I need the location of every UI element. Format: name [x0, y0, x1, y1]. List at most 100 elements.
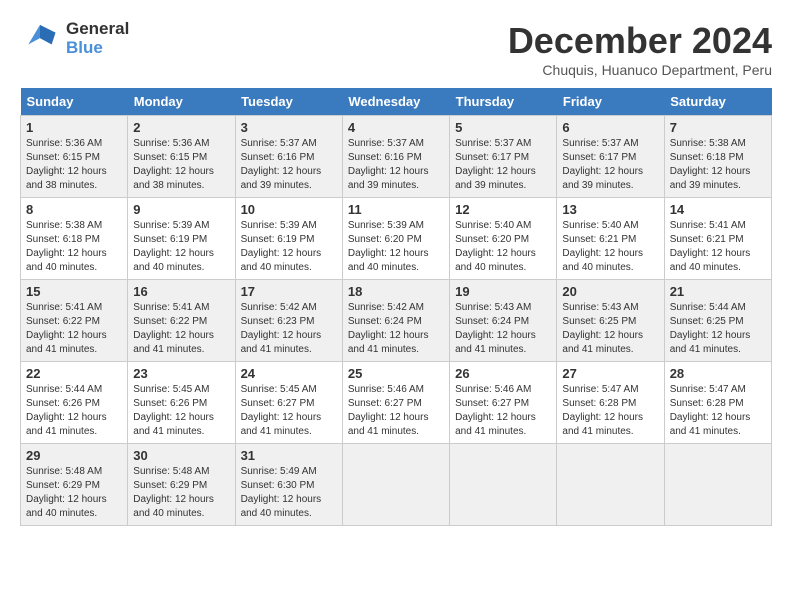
day-info: Sunrise: 5:39 AM Sunset: 6:20 PM Dayligh…	[348, 219, 444, 275]
month-title: December 2024	[508, 20, 772, 62]
calendar-cell: 14 Sunrise: 5:41 AM Sunset: 6:21 PM Dayli…	[664, 198, 771, 280]
calendar-table: SundayMondayTuesdayWednesdayThursdayFrid…	[20, 88, 772, 526]
day-number: 13	[562, 202, 658, 217]
calendar-cell: 25 Sunrise: 5:46 AM Sunset: 6:27 PM Dayli…	[342, 362, 449, 444]
calendar-cell: 6 Sunrise: 5:37 AM Sunset: 6:17 PM Daylig…	[557, 116, 664, 198]
day-info: Sunrise: 5:38 AM Sunset: 6:18 PM Dayligh…	[670, 137, 766, 193]
day-number: 3	[241, 120, 337, 135]
day-number: 29	[26, 448, 122, 463]
calendar-cell: 10 Sunrise: 5:39 AM Sunset: 6:19 PM Dayli…	[235, 198, 342, 280]
day-number: 10	[241, 202, 337, 217]
day-number: 26	[455, 366, 551, 381]
day-info: Sunrise: 5:41 AM Sunset: 6:21 PM Dayligh…	[670, 219, 766, 275]
calendar-cell: 11 Sunrise: 5:39 AM Sunset: 6:20 PM Dayli…	[342, 198, 449, 280]
day-number: 18	[348, 284, 444, 299]
calendar-week-row: 22 Sunrise: 5:44 AM Sunset: 6:26 PM Dayli…	[21, 362, 772, 444]
header-row: SundayMondayTuesdayWednesdayThursdayFrid…	[21, 88, 772, 116]
day-info: Sunrise: 5:41 AM Sunset: 6:22 PM Dayligh…	[26, 301, 122, 357]
calendar-cell: 13 Sunrise: 5:40 AM Sunset: 6:21 PM Dayli…	[557, 198, 664, 280]
day-info: Sunrise: 5:39 AM Sunset: 6:19 PM Dayligh…	[241, 219, 337, 275]
day-info: Sunrise: 5:40 AM Sunset: 6:20 PM Dayligh…	[455, 219, 551, 275]
day-number: 24	[241, 366, 337, 381]
day-info: Sunrise: 5:40 AM Sunset: 6:21 PM Dayligh…	[562, 219, 658, 275]
day-info: Sunrise: 5:36 AM Sunset: 6:15 PM Dayligh…	[133, 137, 229, 193]
calendar-cell: 22 Sunrise: 5:44 AM Sunset: 6:26 PM Dayli…	[21, 362, 128, 444]
calendar-cell: 4Sunrise: 5:37 AM Sunset: 6:16 PM Daylig…	[342, 116, 449, 198]
day-info: Sunrise: 5:47 AM Sunset: 6:28 PM Dayligh…	[670, 383, 766, 439]
calendar-cell	[342, 444, 449, 526]
day-info: Sunrise: 5:39 AM Sunset: 6:19 PM Dayligh…	[133, 219, 229, 275]
calendar-cell	[557, 444, 664, 526]
day-number: 12	[455, 202, 551, 217]
title-block: December 2024 Chuquis, Huanuco Departmen…	[508, 20, 772, 78]
day-number: 28	[670, 366, 766, 381]
calendar-week-row: 8Sunrise: 5:38 AM Sunset: 6:18 PM Daylig…	[21, 198, 772, 280]
header-day: Friday	[557, 88, 664, 116]
day-info: Sunrise: 5:46 AM Sunset: 6:27 PM Dayligh…	[348, 383, 444, 439]
day-number: 2	[133, 120, 229, 135]
day-number: 14	[670, 202, 766, 217]
location-text: Chuquis, Huanuco Department, Peru	[508, 62, 772, 78]
day-info: Sunrise: 5:47 AM Sunset: 6:28 PM Dayligh…	[562, 383, 658, 439]
day-number: 22	[26, 366, 122, 381]
logo: General Blue	[20, 20, 129, 57]
day-number: 16	[133, 284, 229, 299]
calendar-cell: 28 Sunrise: 5:47 AM Sunset: 6:28 PM Dayli…	[664, 362, 771, 444]
calendar-cell: 2 Sunrise: 5:36 AM Sunset: 6:15 PM Daylig…	[128, 116, 235, 198]
calendar-cell: 19 Sunrise: 5:43 AM Sunset: 6:24 PM Dayli…	[450, 280, 557, 362]
day-info: Sunrise: 5:42 AM Sunset: 6:23 PM Dayligh…	[241, 301, 337, 357]
calendar-cell: 21 Sunrise: 5:44 AM Sunset: 6:25 PM Dayli…	[664, 280, 771, 362]
day-info: Sunrise: 5:37 AM Sunset: 6:16 PM Dayligh…	[348, 137, 444, 193]
day-number: 21	[670, 284, 766, 299]
calendar-cell: 20 Sunrise: 5:43 AM Sunset: 6:25 PM Dayli…	[557, 280, 664, 362]
day-info: Sunrise: 5:46 AM Sunset: 6:27 PM Dayligh…	[455, 383, 551, 439]
calendar-cell: 29 Sunrise: 5:48 AM Sunset: 6:29 PM Dayli…	[21, 444, 128, 526]
day-info: Sunrise: 5:36 AM Sunset: 6:15 PM Dayligh…	[26, 137, 122, 193]
day-number: 11	[348, 202, 444, 217]
day-info: Sunrise: 5:48 AM Sunset: 6:29 PM Dayligh…	[26, 465, 122, 521]
calendar-week-row: 1 Sunrise: 5:36 AM Sunset: 6:15 PM Daylig…	[21, 116, 772, 198]
day-info: Sunrise: 5:44 AM Sunset: 6:26 PM Dayligh…	[26, 383, 122, 439]
day-info: Sunrise: 5:37 AM Sunset: 6:17 PM Dayligh…	[562, 137, 658, 193]
day-info: Sunrise: 5:45 AM Sunset: 6:26 PM Dayligh…	[133, 383, 229, 439]
calendar-cell: 30Sunrise: 5:48 AM Sunset: 6:29 PM Dayli…	[128, 444, 235, 526]
header-day: Wednesday	[342, 88, 449, 116]
page-header: General Blue December 2024 Chuquis, Huan…	[20, 20, 772, 78]
day-number: 5	[455, 120, 551, 135]
calendar-cell: 23 Sunrise: 5:45 AM Sunset: 6:26 PM Dayli…	[128, 362, 235, 444]
day-info: Sunrise: 5:45 AM Sunset: 6:27 PM Dayligh…	[241, 383, 337, 439]
calendar-cell: 24 Sunrise: 5:45 AM Sunset: 6:27 PM Dayli…	[235, 362, 342, 444]
calendar-cell: 9 Sunrise: 5:39 AM Sunset: 6:19 PM Daylig…	[128, 198, 235, 280]
calendar-cell: 18 Sunrise: 5:42 AM Sunset: 6:24 PM Dayli…	[342, 280, 449, 362]
calendar-cell: 3Sunrise: 5:37 AM Sunset: 6:16 PM Daylig…	[235, 116, 342, 198]
day-number: 30	[133, 448, 229, 463]
day-number: 6	[562, 120, 658, 135]
header-day: Tuesday	[235, 88, 342, 116]
day-number: 20	[562, 284, 658, 299]
day-info: Sunrise: 5:43 AM Sunset: 6:24 PM Dayligh…	[455, 301, 551, 357]
calendar-cell: 7Sunrise: 5:38 AM Sunset: 6:18 PM Daylig…	[664, 116, 771, 198]
calendar-body: 1 Sunrise: 5:36 AM Sunset: 6:15 PM Daylig…	[21, 116, 772, 526]
day-info: Sunrise: 5:37 AM Sunset: 6:17 PM Dayligh…	[455, 137, 551, 193]
day-info: Sunrise: 5:44 AM Sunset: 6:25 PM Dayligh…	[670, 301, 766, 357]
calendar-cell	[664, 444, 771, 526]
day-info: Sunrise: 5:43 AM Sunset: 6:25 PM Dayligh…	[562, 301, 658, 357]
day-number: 19	[455, 284, 551, 299]
day-number: 1	[26, 120, 122, 135]
day-number: 25	[348, 366, 444, 381]
calendar-cell	[450, 444, 557, 526]
day-number: 15	[26, 284, 122, 299]
calendar-cell: 27 Sunrise: 5:47 AM Sunset: 6:28 PM Dayli…	[557, 362, 664, 444]
day-number: 27	[562, 366, 658, 381]
day-number: 9	[133, 202, 229, 217]
header-day: Sunday	[21, 88, 128, 116]
logo-text: General Blue	[66, 20, 129, 57]
header-day: Monday	[128, 88, 235, 116]
header-day: Saturday	[664, 88, 771, 116]
day-number: 8	[26, 202, 122, 217]
calendar-cell: 26 Sunrise: 5:46 AM Sunset: 6:27 PM Dayli…	[450, 362, 557, 444]
calendar-cell: 5 Sunrise: 5:37 AM Sunset: 6:17 PM Daylig…	[450, 116, 557, 198]
day-number: 23	[133, 366, 229, 381]
calendar-week-row: 29 Sunrise: 5:48 AM Sunset: 6:29 PM Dayli…	[21, 444, 772, 526]
day-info: Sunrise: 5:42 AM Sunset: 6:24 PM Dayligh…	[348, 301, 444, 357]
